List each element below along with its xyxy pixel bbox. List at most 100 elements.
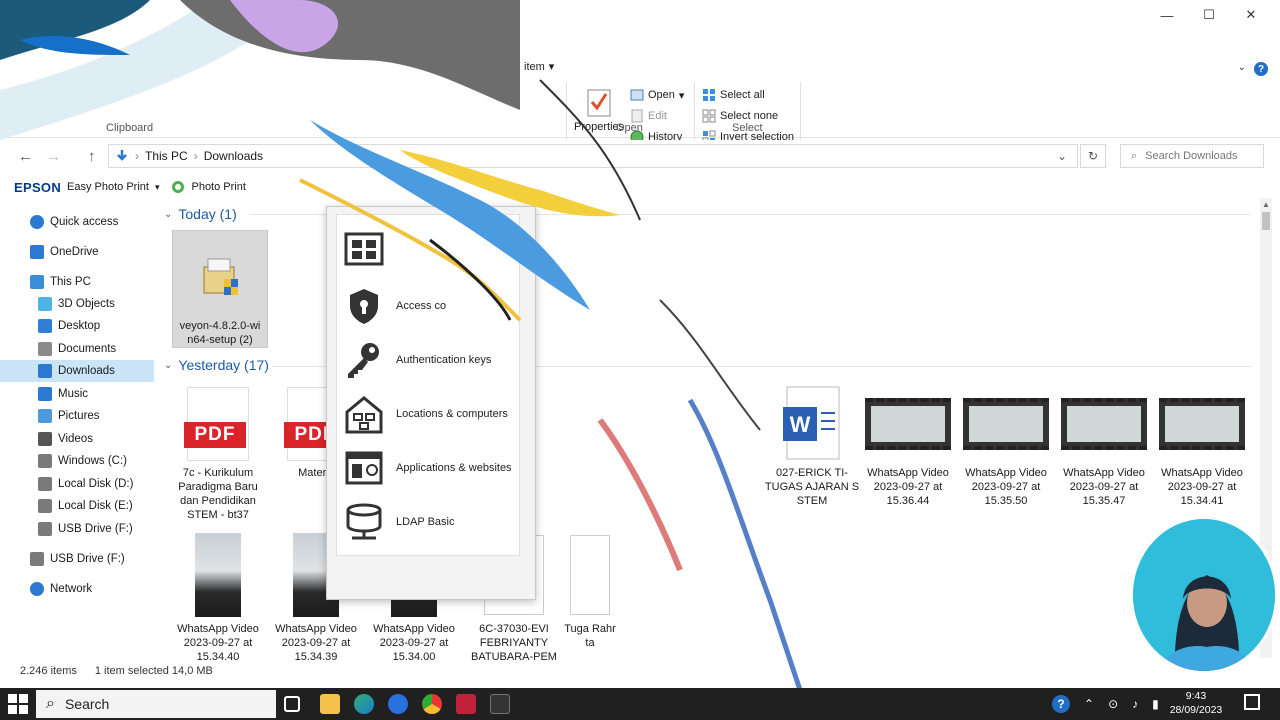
open-icon bbox=[630, 89, 644, 101]
new-item-button[interactable]: item ▾ bbox=[524, 60, 554, 74]
veyon-menu-access-control[interactable]: Access co bbox=[344, 286, 446, 326]
file-pdf-kurikulum[interactable]: PDF 7c - Kurikulum Paradigma Baru dan Pe… bbox=[170, 386, 266, 522]
item-count: 2.246 items bbox=[20, 665, 77, 677]
file-video-153547[interactable]: WhatsApp Video 2023-09-27 at 15.35.47 bbox=[1056, 386, 1152, 508]
group-header-today[interactable]: ⌄ Today (1) bbox=[164, 206, 237, 222]
windows-start-icon[interactable] bbox=[8, 694, 28, 714]
help-icon[interactable]: ? bbox=[1254, 62, 1268, 76]
sidebar-item-windows-c[interactable]: Windows (C:) bbox=[0, 450, 154, 472]
file-name: 6C-37030-EVI FEBRIYANTY BATUBARA-PEM bbox=[471, 623, 557, 663]
minimize-button[interactable]: — bbox=[1152, 4, 1182, 26]
computer-icon bbox=[30, 275, 44, 289]
group-yesterday-label: Yesterday (17) bbox=[178, 357, 269, 373]
select-all-label: Select all bbox=[720, 89, 765, 101]
sidebar-item-label: Documents bbox=[58, 343, 117, 355]
veyon-menu-label: Locations & computers bbox=[396, 408, 508, 420]
address-dropdown-icon[interactable]: ⌄ bbox=[1057, 149, 1067, 163]
sidebar-item-downloads[interactable]: Downloads bbox=[0, 360, 154, 382]
file-video-153440[interactable]: WhatsApp Video 2023-09-27 at 15.34.40 bbox=[170, 532, 266, 664]
app-window-icon bbox=[345, 451, 383, 485]
breadcrumb-this-pc[interactable]: This PC bbox=[145, 149, 188, 163]
sidebar-item-pictures[interactable]: Pictures bbox=[0, 405, 154, 427]
sidebar-item-onedrive[interactable]: OneDrive bbox=[0, 241, 154, 263]
edit-label: Edit bbox=[648, 110, 667, 122]
title-bar: — ☐ ✕ bbox=[0, 0, 1280, 30]
select-all-button[interactable]: Select all bbox=[702, 88, 765, 102]
veyon-menu-locations-computers[interactable]: Locations & computers bbox=[344, 394, 508, 434]
easy-photo-print-button[interactable]: Easy Photo Print bbox=[67, 181, 149, 193]
file-video-153644[interactable]: WhatsApp Video 2023-09-27 at 15.36.44 bbox=[860, 386, 956, 508]
sidebar-item-this-pc[interactable]: This PC bbox=[0, 271, 154, 293]
close-button[interactable]: ✕ bbox=[1236, 4, 1266, 26]
sidebar-item-desktop[interactable]: Desktop bbox=[0, 315, 154, 337]
sidebar-item-quick-access[interactable]: Quick access bbox=[0, 211, 154, 233]
scrollbar-thumb[interactable] bbox=[1262, 212, 1270, 230]
scroll-up-icon[interactable]: ▲ bbox=[1262, 200, 1270, 209]
address-bar[interactable]: › This PC › Downloads ⌄ bbox=[108, 144, 1078, 168]
search-downloads-input[interactable]: ⌕ Search Downloads bbox=[1120, 144, 1264, 168]
taskbar-clock[interactable]: 9:43 28/09/2023 bbox=[1164, 689, 1228, 717]
help-icon[interactable]: ? bbox=[1052, 695, 1070, 713]
sidebar-item-videos[interactable]: Videos bbox=[0, 428, 154, 450]
sidebar-item-label: Pictures bbox=[58, 410, 100, 422]
group-header-yesterday[interactable]: ⌄ Yesterday (17) bbox=[164, 357, 269, 373]
file-name: WhatsApp Video 2023-09-27 at 15.36.44 bbox=[867, 467, 949, 507]
selection-info: 1 item selected 14,0 MB bbox=[94, 665, 213, 677]
task-view-icon[interactable] bbox=[284, 696, 300, 712]
file-veyon-setup[interactable]: veyon-4.8.2.0-win64-setup (2) bbox=[172, 230, 268, 348]
file-video-153550[interactable]: WhatsApp Video 2023-09-27 at 15.35.50 bbox=[958, 386, 1054, 508]
sidebar-item-label: Desktop bbox=[58, 320, 101, 332]
sidebar-item-local-disk-d[interactable]: Local Disk (D:) bbox=[0, 473, 154, 495]
sidebar-item-documents[interactable]: Documents bbox=[0, 338, 154, 360]
sidebar-item-usb-drive-f[interactable]: USB Drive (F:) bbox=[0, 548, 154, 570]
sidebar-item-label: Network bbox=[50, 583, 93, 595]
recording-app-icon[interactable] bbox=[456, 694, 476, 714]
sidebar-item-usb-drive-f[interactable]: USB Drive (F:) bbox=[0, 518, 154, 540]
search-icon: ⌕ bbox=[46, 695, 55, 712]
sidebar-item-3d-objects[interactable]: 3D Objects bbox=[0, 293, 154, 315]
back-button[interactable]: ← bbox=[18, 148, 33, 165]
forward-button[interactable]: → bbox=[46, 148, 61, 165]
veyon-app-icon[interactable] bbox=[490, 694, 510, 714]
breadcrumb-downloads[interactable]: Downloads bbox=[204, 149, 263, 163]
veyon-menu-applications-websites[interactable]: Applications & websites bbox=[344, 448, 512, 488]
microphone-icon[interactable]: ▮ bbox=[1152, 697, 1159, 711]
file-video-153441[interactable]: WhatsApp Video 2023-09-27 at 15.34.41 bbox=[1154, 386, 1250, 508]
sidebar-item-music[interactable]: Music bbox=[0, 383, 154, 405]
file-doc-tugas[interactable]: Tuga Rahr ta bbox=[560, 532, 620, 650]
maximize-button[interactable]: ☐ bbox=[1194, 4, 1224, 26]
sidebar-item-label: 3D Objects bbox=[58, 298, 115, 310]
file-word-erick[interactable]: W 027-ERICK TI-TUGAS AJARAN S STEM bbox=[764, 386, 860, 508]
network-icon[interactable]: ⊙ bbox=[1108, 697, 1118, 711]
easy-photo-print-dropdown-icon[interactable]: ▾ bbox=[155, 182, 160, 193]
veyon-menu-general[interactable] bbox=[344, 230, 396, 270]
new-item-label: item bbox=[524, 60, 545, 73]
refresh-button[interactable]: ↻ bbox=[1080, 144, 1106, 168]
notifications-icon[interactable] bbox=[1244, 694, 1260, 710]
open-button[interactable]: Open ▾ bbox=[630, 88, 684, 102]
usb-icon bbox=[38, 522, 52, 536]
open-label: Open bbox=[648, 89, 675, 101]
veyon-menu-ldap-basic[interactable]: LDAP Basic bbox=[344, 502, 455, 542]
sidebar-item-label: Videos bbox=[58, 433, 93, 445]
tray-overflow-icon[interactable]: ⌃ bbox=[1084, 697, 1094, 711]
word-icon: W bbox=[766, 386, 858, 462]
edge-icon[interactable] bbox=[354, 694, 374, 714]
file-name: WhatsApp Video 2023-09-27 at 15.35.47 bbox=[1063, 467, 1145, 507]
collapse-ribbon-icon[interactable]: ⌄ bbox=[1238, 62, 1246, 73]
sidebar-item-network[interactable]: Network bbox=[0, 578, 154, 600]
up-button[interactable]: ↑ bbox=[88, 148, 96, 165]
refresh-icon: ↻ bbox=[1087, 149, 1099, 163]
sidebar-item-label: OneDrive bbox=[50, 246, 99, 258]
edit-button[interactable]: Edit bbox=[630, 109, 667, 123]
taskbar-search-box[interactable]: ⌕ Search bbox=[36, 690, 276, 718]
file-explorer-icon[interactable] bbox=[320, 694, 340, 714]
sidebar-item-local-disk-e[interactable]: Local Disk (E:) bbox=[0, 495, 154, 517]
select-none-button[interactable]: Select none bbox=[702, 109, 778, 123]
volume-icon[interactable]: ♪ bbox=[1132, 697, 1138, 711]
zoom-icon[interactable] bbox=[388, 694, 408, 714]
veyon-menu-authentication-keys[interactable]: Authentication keys bbox=[344, 340, 491, 380]
photo-print-button[interactable]: Photo Print bbox=[191, 181, 245, 193]
chrome-icon[interactable] bbox=[422, 694, 442, 714]
epson-logo: EPSON bbox=[14, 179, 62, 195]
